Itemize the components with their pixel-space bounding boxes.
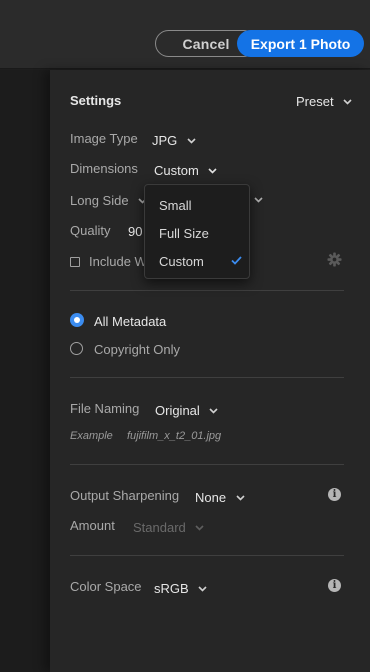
file-naming-label: File Naming [70, 401, 140, 416]
amount-label: Amount [70, 518, 115, 533]
export-button[interactable]: Export 1 Photo [237, 30, 364, 57]
quality-label: Quality [70, 223, 111, 238]
menu-item-custom[interactable]: Custom [159, 254, 204, 269]
info-icon[interactable]: i [328, 579, 341, 592]
chevron-down-icon [187, 138, 196, 144]
color-space-dropdown[interactable]: sRGB [154, 580, 207, 598]
example-filename: fujifilm_x_t2_01.jpg [127, 430, 222, 442]
all-metadata-radio[interactable] [70, 313, 84, 327]
long-side-dropdown[interactable]: Long Side [70, 192, 147, 210]
color-space-label: Color Space [70, 579, 142, 594]
include-watermark-checkbox[interactable] [70, 257, 80, 267]
section-divider [70, 555, 344, 556]
file-naming-value: Original [155, 403, 200, 418]
file-naming-dropdown[interactable]: Original [155, 402, 218, 420]
dimensions-label: Dimensions [70, 161, 138, 176]
chevron-down-icon [209, 408, 218, 414]
include-watermark-label: Include W [89, 254, 147, 269]
image-type-label: Image Type [70, 131, 138, 146]
dimensions-dropdown[interactable]: Custom [154, 162, 217, 180]
image-type-value: JPG [152, 133, 178, 148]
long-side-label: Long Side [70, 193, 129, 208]
output-sharpening-dropdown[interactable]: None [195, 489, 245, 507]
all-metadata-label: All Metadata [94, 314, 167, 329]
top-bar: Cancel Export 1 Photo [0, 0, 370, 69]
dimensions-value: Custom [154, 163, 199, 178]
checkmark-icon [231, 256, 242, 265]
menu-item-full-size[interactable]: Full Size [159, 226, 209, 241]
preset-dropdown[interactable]: Preset [296, 93, 352, 111]
chevron-down-icon [198, 586, 207, 592]
section-divider [70, 464, 344, 465]
amount-value: Standard [133, 520, 186, 535]
image-type-dropdown[interactable]: JPG [152, 132, 196, 150]
section-divider [70, 290, 344, 291]
export-settings-panel: Settings Preset Image Type JPG Dimension… [50, 70, 370, 672]
example-label: Example [70, 430, 113, 442]
copyright-only-radio[interactable] [70, 342, 83, 355]
dimensions-menu: Small Full Size Custom [144, 184, 250, 279]
chevron-down-icon[interactable] [254, 197, 263, 203]
output-sharpening-label: Output Sharpening [70, 488, 180, 503]
quality-value[interactable]: 90 [128, 224, 142, 239]
copyright-only-label: Copyright Only [94, 342, 180, 357]
color-space-value: sRGB [154, 581, 189, 596]
output-sharpening-value: None [195, 490, 227, 505]
gear-icon[interactable] [327, 252, 342, 267]
chevron-down-icon [343, 99, 352, 105]
chevron-down-icon [195, 525, 204, 531]
preset-label: Preset [296, 94, 334, 109]
section-divider [70, 377, 344, 378]
left-canvas-strip [0, 70, 50, 672]
chevron-down-icon [208, 168, 217, 174]
info-icon[interactable]: i [328, 488, 341, 501]
amount-dropdown: Standard [133, 519, 204, 537]
chevron-down-icon [235, 495, 245, 501]
settings-title: Settings [70, 93, 122, 108]
menu-item-small[interactable]: Small [159, 198, 192, 213]
